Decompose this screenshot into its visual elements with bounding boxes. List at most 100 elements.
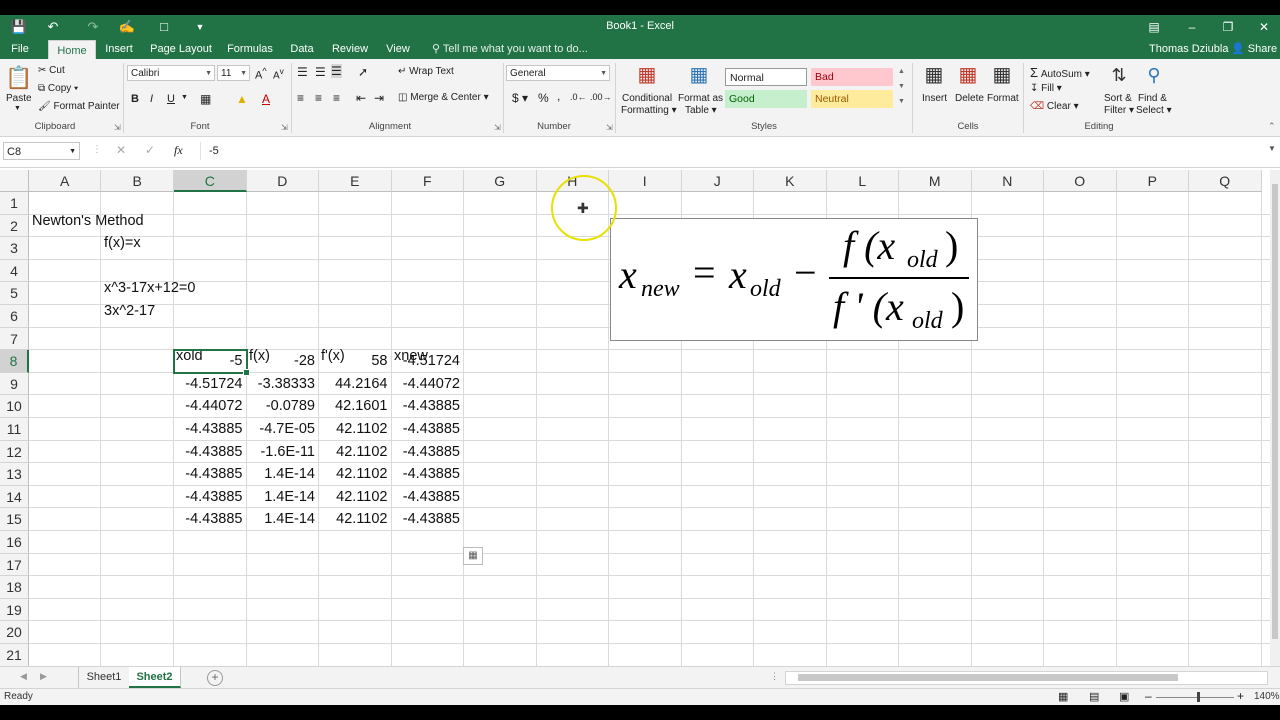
next-sheet-icon[interactable]: ▶ bbox=[40, 671, 47, 682]
cell-d15[interactable]: 1.4E-14 bbox=[247, 508, 320, 530]
row-header-3[interactable]: 3 bbox=[0, 237, 29, 260]
cell-c10[interactable]: -4.44072 bbox=[174, 395, 247, 417]
row-header-10[interactable]: 10 bbox=[0, 395, 29, 418]
cell-d9[interactable]: -3.38333 bbox=[247, 373, 320, 395]
styles-scroll-up-icon[interactable]: ▲ bbox=[898, 68, 905, 75]
cell-f10[interactable]: -4.43885 bbox=[392, 395, 465, 417]
collapse-ribbon-icon[interactable]: ⌃ bbox=[1268, 121, 1276, 132]
cell-c9[interactable]: -4.51724 bbox=[174, 373, 247, 395]
sheet-tab-sheet1[interactable]: Sheet1 bbox=[78, 667, 130, 688]
cell-d14[interactable]: 1.4E-14 bbox=[247, 486, 320, 508]
row-header-11[interactable]: 11 bbox=[0, 418, 29, 441]
styles-more-icon[interactable]: ▼ bbox=[898, 98, 905, 105]
style-neutral[interactable]: Neutral bbox=[811, 90, 893, 108]
horizontal-scroll-thumb[interactable] bbox=[798, 674, 1178, 681]
sort-label[interactable]: Sort & bbox=[1104, 93, 1132, 104]
italic-button[interactable]: I bbox=[150, 93, 153, 105]
format-painter-button[interactable]: 🖌 Format Painter bbox=[38, 101, 120, 112]
styles-scroll-down-icon[interactable]: ▼ bbox=[898, 83, 905, 90]
column-header-a[interactable]: A bbox=[29, 170, 102, 192]
column-header-i[interactable]: I bbox=[609, 170, 682, 192]
cell-e8[interactable]: 58 bbox=[319, 350, 392, 372]
cell-e11[interactable]: 42.1102 bbox=[319, 418, 392, 440]
tab-split-handle-icon[interactable]: ⋮ bbox=[770, 671, 779, 682]
formatting-label[interactable]: Formatting ▾ bbox=[621, 105, 677, 116]
row-header-1[interactable]: 1 bbox=[0, 192, 29, 215]
cell-e15[interactable]: 42.1102 bbox=[319, 508, 392, 530]
row-header-19[interactable]: 19 bbox=[0, 598, 29, 622]
paste-icon[interactable]: 📋 bbox=[5, 65, 32, 91]
dialog-launcher-icon[interactable]: ⇲ bbox=[114, 123, 121, 132]
cell-f12[interactable]: -4.43885 bbox=[392, 441, 465, 463]
column-header-k[interactable]: K bbox=[754, 170, 827, 192]
align-center-icon[interactable]: ≡ bbox=[315, 91, 322, 105]
cell-a1[interactable]: Newton's Method bbox=[32, 210, 144, 232]
page-layout-view-icon[interactable]: ▤ bbox=[1089, 690, 1099, 703]
find-magnifier-icon[interactable]: ⚲ bbox=[1141, 63, 1167, 87]
clear-button[interactable]: ⌫ Clear ▾ bbox=[1030, 101, 1079, 112]
percent-button[interactable]: % bbox=[538, 91, 549, 105]
cell-e10[interactable]: 42.1601 bbox=[319, 395, 392, 417]
vertical-scrollbar[interactable] bbox=[1270, 170, 1280, 666]
normal-view-icon[interactable]: ▦ bbox=[1058, 690, 1068, 703]
style-good[interactable]: Good bbox=[725, 90, 807, 108]
cell-b5[interactable]: 3x^2-17 bbox=[104, 300, 155, 322]
dialog-launcher-icon[interactable]: ⇲ bbox=[606, 123, 613, 132]
increase-font-icon[interactable]: A^ bbox=[255, 66, 267, 82]
row-header-9[interactable]: 9 bbox=[0, 372, 29, 396]
column-header-g[interactable]: G bbox=[464, 170, 537, 192]
fill-button[interactable]: ↧ Fill ▾ bbox=[1030, 83, 1062, 94]
tab-formulas[interactable]: Formulas bbox=[224, 39, 276, 59]
comma-button[interactable]: , bbox=[557, 89, 560, 103]
cell-d10[interactable]: -0.0789 bbox=[247, 395, 320, 417]
horizontal-scrollbar[interactable] bbox=[785, 671, 1268, 685]
conditional-formatting-icon[interactable]: ▦ bbox=[634, 63, 660, 87]
orientation-icon[interactable]: ➚ bbox=[358, 65, 368, 79]
copy-button[interactable]: ⧉ Copy ▾ bbox=[38, 83, 78, 94]
vertical-scroll-thumb[interactable] bbox=[1272, 184, 1278, 639]
dialog-launcher-icon[interactable]: ⇲ bbox=[494, 123, 501, 132]
row-header-5[interactable]: 5 bbox=[0, 282, 29, 305]
row-header-18[interactable]: 18 bbox=[0, 576, 29, 599]
sheet-tab-sheet2[interactable]: Sheet2 bbox=[129, 667, 181, 688]
column-header-q[interactable]: Q bbox=[1189, 170, 1262, 192]
delete-cells-button[interactable]: Delete bbox=[955, 93, 984, 104]
row-header-7[interactable]: 7 bbox=[0, 327, 29, 351]
align-bottom-icon[interactable]: ☰ bbox=[331, 64, 342, 78]
cell-f9[interactable]: -4.44072 bbox=[392, 373, 465, 395]
worksheet-grid[interactable]: ABCDEFGHIJKLMNOPQ 1 2 3 4 5 6 7 8 9 10 11 12 13 14 15 1… bbox=[0, 170, 1270, 666]
decrease-indent-icon[interactable]: ⇤ bbox=[356, 91, 366, 105]
conditional-formatting-label[interactable]: Conditional bbox=[622, 93, 672, 104]
autosum-button[interactable]: Σ AutoSum ▾ bbox=[1030, 65, 1090, 80]
wrap-text-button[interactable]: ↵ Wrap Text bbox=[398, 66, 454, 77]
select-label[interactable]: Select ▾ bbox=[1136, 105, 1172, 116]
font-size-select[interactable]: 11 ▼ bbox=[217, 65, 250, 81]
cell-e14[interactable]: 42.1102 bbox=[319, 486, 392, 508]
tab-data[interactable]: Data bbox=[286, 39, 318, 59]
quick-analysis-icon[interactable]: ▦ bbox=[463, 547, 483, 565]
row-header-2[interactable]: 2 bbox=[0, 214, 29, 238]
sort-filter-icon[interactable]: ⇅ bbox=[1106, 63, 1132, 87]
cell-c14[interactable]: -4.43885 bbox=[174, 486, 247, 508]
cell-e9[interactable]: 44.2164 bbox=[319, 373, 392, 395]
row-header-21[interactable]: 21 bbox=[0, 644, 29, 666]
newton-formula-image[interactable]: x new = x old − f (x old ) f ' (x old ) bbox=[610, 218, 978, 341]
cell-d13[interactable]: 1.4E-14 bbox=[247, 463, 320, 485]
tab-page-layout[interactable]: Page Layout bbox=[148, 39, 214, 59]
align-right-icon[interactable]: ≡ bbox=[333, 91, 340, 105]
column-header-l[interactable]: L bbox=[826, 170, 899, 192]
tab-view[interactable]: View bbox=[382, 39, 414, 59]
insert-cells-button[interactable]: Insert bbox=[922, 93, 947, 104]
column-header-d[interactable]: D bbox=[246, 170, 319, 192]
insert-cells-icon[interactable]: ▦ bbox=[921, 63, 947, 87]
row-header-15[interactable]: 15 bbox=[0, 508, 29, 531]
cell-e12[interactable]: 42.1102 bbox=[319, 441, 392, 463]
borders-icon[interactable]: ▦ bbox=[200, 92, 211, 106]
zoom-level[interactable]: 140% bbox=[1254, 691, 1280, 702]
cell-e13[interactable]: 42.1102 bbox=[319, 463, 392, 485]
paste-button[interactable]: Paste bbox=[6, 93, 32, 104]
row-header-13[interactable]: 13 bbox=[0, 463, 29, 486]
fill-color-icon[interactable]: ▲ bbox=[236, 92, 248, 106]
column-header-m[interactable]: M bbox=[899, 170, 972, 192]
column-header-o[interactable]: O bbox=[1044, 170, 1117, 192]
